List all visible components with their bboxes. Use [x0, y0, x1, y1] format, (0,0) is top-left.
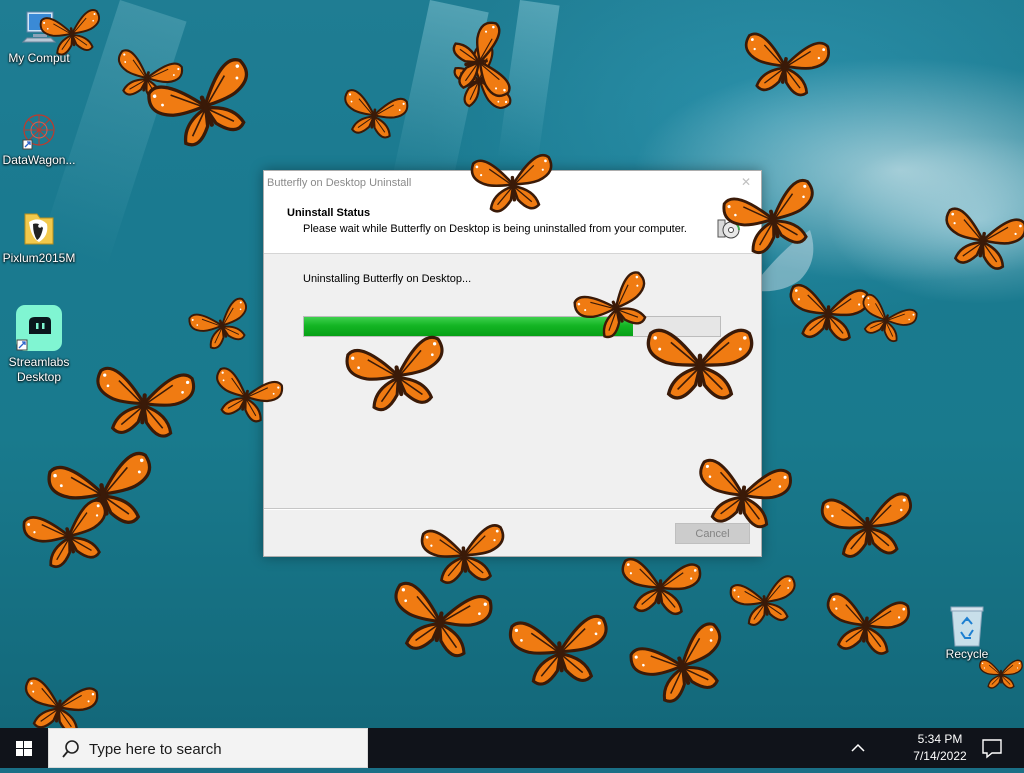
- butterfly-sprite: [96, 366, 196, 438]
- desktop-icon-pixlum[interactable]: Pixlum2015M: [0, 208, 78, 266]
- butterfly-sprite: [744, 32, 830, 97]
- clock-time: 5:34 PM: [917, 732, 963, 746]
- start-button[interactable]: [0, 728, 48, 768]
- butterfly-sprite: [621, 557, 702, 616]
- windows-logo-icon: [16, 741, 32, 756]
- butterfly-sprite: [820, 492, 912, 558]
- chevron-up-icon[interactable]: [848, 738, 868, 758]
- streamlabs-icon: [15, 304, 63, 352]
- butterfly-sprite: [945, 207, 1024, 270]
- desktop-icon-datawagon[interactable]: DataWagon...: [0, 110, 78, 168]
- taskbar: Type here to search 5:34 PM 7/14/2022: [0, 728, 1024, 768]
- butterfly-sprite: [699, 458, 792, 529]
- desktop-icon-streamlabs[interactable]: Streamlabs Desktop: [0, 304, 78, 385]
- taskbar-clock[interactable]: 5:34 PM 7/14/2022: [900, 731, 980, 765]
- desktop-icon-label: Pixlum2015M: [2, 251, 76, 265]
- header-subtitle: Please wait while Butterfly on Desktop i…: [303, 223, 687, 235]
- butterfly-sprite: [345, 335, 444, 412]
- desktop-icon-recycle-bin[interactable]: Recycle: [932, 604, 1002, 662]
- clock-date: 7/14/2022: [913, 749, 967, 763]
- header-title: Uninstall Status: [287, 207, 371, 219]
- status-text: Uninstalling Butterfly on Desktop...: [303, 273, 472, 285]
- butterfly-sprite: [39, 9, 101, 56]
- butterfly-sprite: [729, 575, 796, 626]
- butterfly-sprite: [394, 581, 493, 658]
- folder-icon: [19, 208, 59, 248]
- desktop-icon-label: Streamlabs Desktop: [8, 355, 70, 384]
- butterfly-sprite: [826, 592, 910, 655]
- butterfly-sprite: [452, 21, 511, 98]
- butterfly-sprite: [508, 614, 608, 686]
- footer-divider: [264, 508, 761, 510]
- search-placeholder: Type here to search: [89, 741, 222, 758]
- search-icon: [62, 740, 79, 758]
- notification-icon[interactable]: [980, 736, 1004, 760]
- butterfly-sprite: [979, 659, 1023, 689]
- taskbar-search-box[interactable]: Type here to search: [48, 728, 368, 768]
- butterfly-sprite: [344, 89, 409, 139]
- butterfly-sprite: [470, 154, 553, 213]
- butterfly-sprite: [646, 328, 754, 400]
- recycle-bin-icon: [947, 604, 987, 647]
- datawagon-icon: [19, 110, 59, 150]
- desktop-icon-label: DataWagon...: [2, 153, 76, 167]
- dialog-title: Butterfly on Desktop Uninstall: [267, 177, 412, 189]
